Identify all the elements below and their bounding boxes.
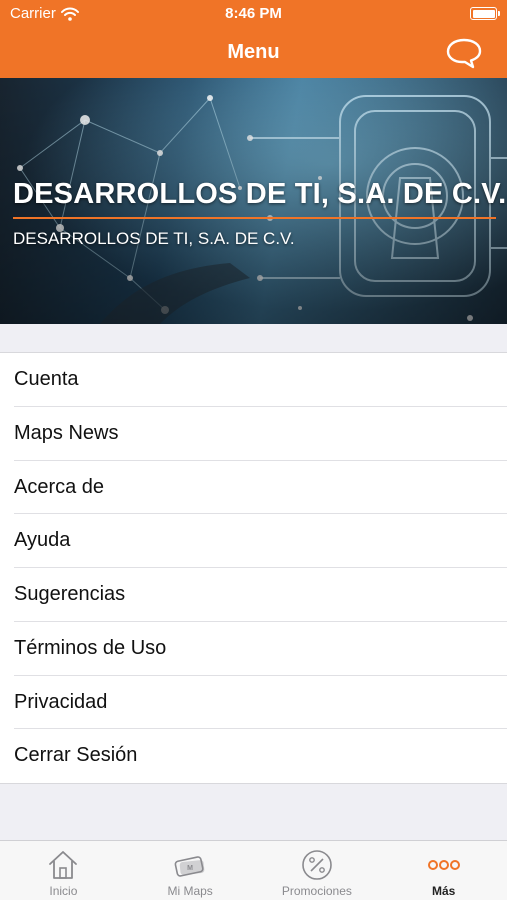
menu-list: Cuenta Maps News Acerca de Ayuda Sugeren… <box>0 352 507 784</box>
menu-item-label: Ayuda <box>14 529 71 552</box>
tab-promociones[interactable]: Promociones <box>254 841 381 900</box>
status-time: 8:46 PM <box>225 5 282 22</box>
chat-bubble-icon[interactable] <box>445 37 483 69</box>
menu-item-label: Cerrar Sesión <box>14 744 138 767</box>
menu-item-sugerencias[interactable]: Sugerencias <box>0 568 507 622</box>
menu-item-ayuda[interactable]: Ayuda <box>0 514 507 568</box>
home-icon <box>49 851 78 879</box>
more-icon <box>427 860 460 870</box>
tab-inicio[interactable]: Inicio <box>0 841 127 900</box>
percent-icon <box>302 850 332 880</box>
status-bar: Carrier 8:46 PM <box>0 0 507 28</box>
menu-item-label: Maps News <box>14 421 119 444</box>
menu-item-cerrar-sesion[interactable]: Cerrar Sesión <box>0 729 507 783</box>
company-subtitle: DESARROLLOS DE TI, S.A. DE C.V. <box>13 229 295 248</box>
menu-item-cuenta[interactable]: Cuenta <box>0 353 507 407</box>
company-name: DESARROLLOS DE TI, S.A. DE C.V. <box>13 178 507 210</box>
tab-mi-maps[interactable]: M Mi Maps <box>127 841 254 900</box>
tab-bar: Inicio M Mi Maps Promociones Más <box>0 840 507 900</box>
tab-mas[interactable]: Más <box>380 841 507 900</box>
company-banner: DESARROLLOS DE TI, S.A. DE C.V. DESARROL… <box>0 78 507 324</box>
tab-label: Inicio <box>49 884 78 898</box>
nav-bar: Menu <box>0 28 507 78</box>
menu-item-label: Acerca de <box>14 475 105 498</box>
menu-item-label: Cuenta <box>14 368 79 390</box>
tab-label: Promociones <box>281 884 352 898</box>
card-icon: M <box>174 856 205 877</box>
menu-item-terminos-de-uso[interactable]: Términos de Uso <box>0 622 507 676</box>
menu-item-acerca-de[interactable]: Acerca de <box>0 461 507 515</box>
battery-icon <box>470 7 500 20</box>
tab-label: Más <box>431 884 456 898</box>
menu-item-label: Privacidad <box>14 690 108 713</box>
page-title: Menu <box>227 41 280 63</box>
menu-item-label: Términos de Uso <box>14 636 167 659</box>
svg-text:M: M <box>187 865 193 872</box>
menu-item-maps-news[interactable]: Maps News <box>0 407 507 461</box>
banner-divider <box>13 217 496 219</box>
menu-item-label: Sugerencias <box>14 583 126 605</box>
menu-item-privacidad[interactable]: Privacidad <box>0 676 507 730</box>
tab-label: Mi Maps <box>167 884 213 898</box>
